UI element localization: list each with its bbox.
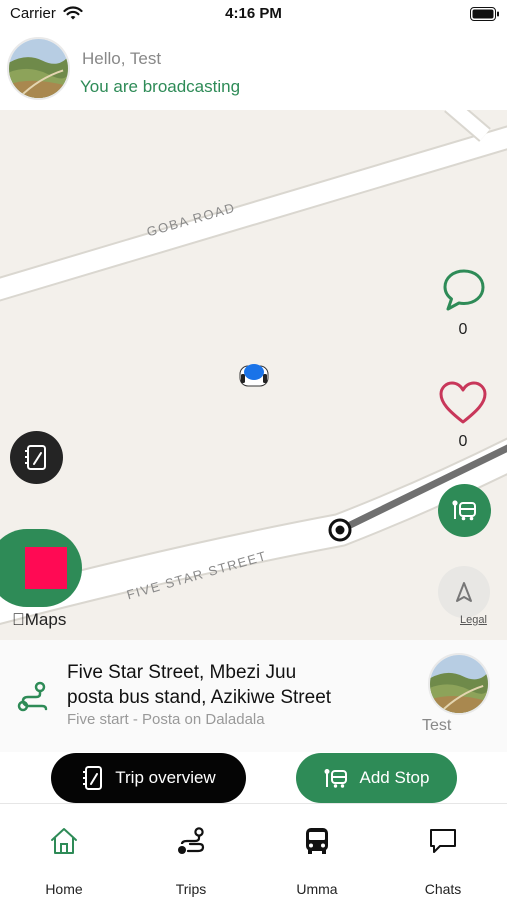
apple-logo-icon:  xyxy=(12,610,25,629)
bus-stop-icon xyxy=(324,769,347,788)
compass-button[interactable] xyxy=(438,566,490,618)
status-bar: Carrier 4:16 PM xyxy=(0,0,507,30)
route-icon xyxy=(17,681,48,712)
vehicle-location-icon xyxy=(239,364,269,387)
map-view[interactable]: GOBA ROAD FIVE STAR STREET 0 0 Maps Lega… xyxy=(0,110,507,640)
avatar-landscape-image xyxy=(9,39,68,98)
home-icon xyxy=(51,828,77,854)
notebook-icon xyxy=(83,766,103,790)
greeting-text: Hello, Test xyxy=(82,49,162,68)
battery-icon xyxy=(470,7,499,21)
bus-stop-button[interactable] xyxy=(438,484,491,537)
tab-bar: Home Trips Umma Chats xyxy=(0,803,507,900)
tab-label-home: Home xyxy=(45,881,83,897)
heart-icon[interactable] xyxy=(437,380,489,426)
comments-icon[interactable] xyxy=(440,267,488,313)
driver-name: Test xyxy=(422,717,452,734)
location-arrow-icon xyxy=(456,582,472,602)
route-title-line-2: posta bus stand, Azikiwe Street xyxy=(67,687,332,708)
tab-trips[interactable]: Trips xyxy=(141,804,241,900)
bus-stop-icon xyxy=(452,500,476,521)
chat-icon xyxy=(430,829,456,853)
header: Hello, Test You are broadcasting xyxy=(0,30,507,110)
notes-button[interactable] xyxy=(10,431,63,484)
trip-overview-label: Trip overview xyxy=(115,768,216,787)
broadcast-status: You are broadcasting xyxy=(80,77,241,96)
driver-landscape-image xyxy=(430,655,488,713)
route-icon xyxy=(178,827,205,854)
add-stop-button[interactable]: Add Stop xyxy=(296,753,457,803)
route-card[interactable]: Five Star Street, Mbezi Juu posta bus st… xyxy=(0,640,507,752)
legal-link[interactable]: Legal xyxy=(460,614,487,626)
likes-count: 0 xyxy=(458,433,468,450)
add-stop-label: Add Stop xyxy=(359,768,430,787)
bus-icon xyxy=(306,828,328,854)
tab-home[interactable]: Home xyxy=(14,804,114,900)
clock: 4:16 PM xyxy=(225,5,282,22)
comments-count: 0 xyxy=(458,321,468,338)
notebook-icon xyxy=(25,445,46,470)
maps-brand-text: Maps xyxy=(12,610,67,629)
tab-chats[interactable]: Chats xyxy=(393,804,493,900)
stop-square-icon xyxy=(25,547,67,589)
tab-label-trips: Trips xyxy=(175,881,207,897)
avatar[interactable] xyxy=(7,37,70,100)
trip-overview-button[interactable]: Trip overview xyxy=(51,753,246,803)
driver-avatar[interactable] xyxy=(428,653,490,715)
route-title: Five Star Street, Mbezi Juu posta bus st… xyxy=(67,660,407,710)
route-subtitle: Five start - Posta on Daladala xyxy=(67,711,265,728)
start-point-marker xyxy=(328,518,352,542)
apple-maps-logo: Maps xyxy=(12,610,66,630)
route-title-line-1: Five Star Street, Mbezi Juu xyxy=(67,662,297,683)
tab-label-chats: Chats xyxy=(424,881,462,897)
tab-label-umma: Umma xyxy=(296,881,338,897)
tab-umma[interactable]: Umma xyxy=(267,804,367,900)
stop-broadcast-button[interactable] xyxy=(0,529,82,607)
